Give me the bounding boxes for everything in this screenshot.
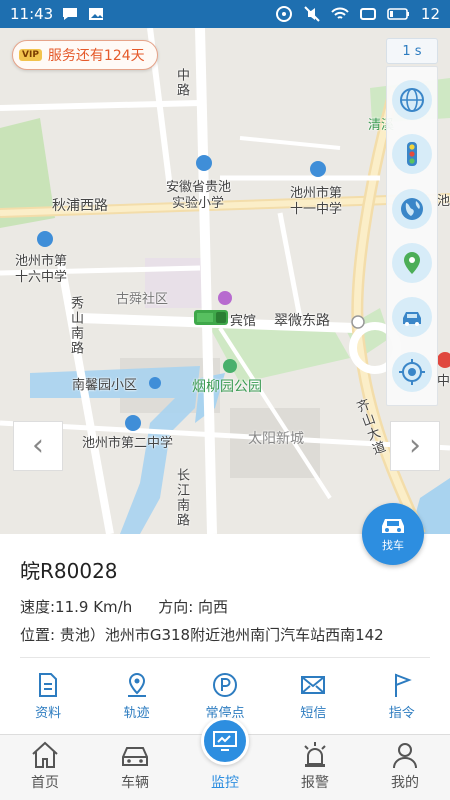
tab-vehicles[interactable]: 车辆 (90, 735, 180, 800)
flag-icon (394, 673, 412, 697)
chevron-left-icon: ‹ (32, 428, 44, 463)
car-front-icon (382, 518, 404, 533)
chevron-right-icon: › (409, 428, 421, 463)
map-label-hotel: 宾馆 (230, 314, 257, 329)
find-car-label: 找车 (382, 538, 404, 552)
action-command-label: 指令 (388, 706, 415, 721)
map-label-school-11-2: 十一中学 (290, 202, 343, 217)
home-icon (32, 741, 58, 768)
find-car-button[interactable]: 找车 (362, 503, 424, 565)
info-divider (20, 657, 430, 658)
location-button[interactable] (392, 243, 432, 284)
map-label-changjiang: 长江南路 (174, 468, 189, 528)
tab-home[interactable]: 首页 (0, 735, 90, 800)
bottom-tab-bar: 首页 车辆 监控 报警 我的 (0, 717, 450, 800)
map-label-school-2: 池州市第二中学 (82, 436, 174, 451)
vehicle-plate: 皖R80028 (20, 559, 118, 583)
service-days-text: 服务还有124天 (47, 48, 145, 64)
tab-monitor[interactable]: 监控 (180, 717, 270, 800)
map-tool-panel (386, 66, 438, 406)
wifi-icon (331, 7, 349, 19)
map-label-qiupu-road: 秋浦西路 (52, 198, 108, 214)
globe-grid-icon (400, 88, 424, 113)
action-command-button[interactable]: 指令 (362, 660, 442, 730)
service-days-badge[interactable]: VIP 服务还有124天 (12, 40, 158, 70)
track-icon (127, 672, 146, 697)
vehicle-location: 位置: 贵池）池州市G318附近池州南门汽车站西南142 (20, 626, 384, 644)
alarm-icon (304, 742, 326, 767)
tab-me[interactable]: 我的 (360, 735, 450, 800)
mute-icon (304, 6, 320, 22)
monitor-bubble (201, 717, 249, 765)
map-layer-button[interactable] (392, 80, 432, 121)
map-label-cuiwei-road: 翠微东路 (274, 313, 330, 329)
tab-alarm[interactable]: 报警 (270, 735, 360, 800)
location-pin-icon (404, 252, 420, 275)
parking-icon (212, 673, 237, 697)
screen-icon (359, 8, 376, 20)
vehicle-direction: 方向: 向西 (158, 598, 229, 616)
image-notification-icon (89, 8, 104, 20)
tab-me-label: 我的 (391, 775, 419, 791)
refresh-interval-label: 1 s (402, 43, 422, 59)
action-sms-button[interactable]: 短信 (273, 660, 353, 730)
map-label-school-guichi-2: 实验小学 (172, 196, 225, 211)
previous-vehicle-button[interactable]: ‹ (13, 421, 63, 471)
document-icon (39, 673, 58, 697)
vehicle-button[interactable] (392, 297, 432, 338)
map-view[interactable]: 中路 清溪 安徽省贵池 实验小学 池州市第 十一中学 秋浦西路 池州市第 十六中… (0, 28, 450, 534)
map-label-nanxin: 南馨园小区 (72, 378, 138, 393)
refresh-interval-button[interactable]: 1 s (386, 38, 438, 64)
map-label-zhong: 中 (437, 374, 450, 389)
status-time: 11:43 (10, 5, 54, 23)
vip-tag: VIP (19, 49, 42, 61)
action-profile-label: 资料 (35, 706, 62, 721)
tab-home-label: 首页 (31, 775, 59, 791)
mail-icon (301, 676, 326, 694)
map-label-zhong-road: 中路 (174, 68, 189, 98)
earth-icon (401, 197, 423, 220)
battery-icon (387, 8, 409, 20)
action-track-label: 轨迹 (123, 706, 150, 721)
map-label-school-16-2: 十六中学 (15, 270, 68, 285)
vehicle-marker (194, 310, 228, 325)
chat-notification-icon (63, 8, 78, 20)
map-label-gushun: 古舜社区 (116, 292, 169, 307)
map-label-xiushan-road: 秀山南路 (68, 296, 83, 356)
status-bar: 11:43 12 (0, 0, 450, 28)
traffic-button[interactable] (392, 134, 432, 175)
user-icon (393, 743, 417, 769)
action-profile-button[interactable]: 资料 (8, 660, 88, 730)
action-sms-label: 短信 (300, 706, 327, 721)
map-background (0, 28, 450, 534)
tab-monitor-label: 监控 (211, 775, 239, 791)
vehicle-speed: 速度:11.9 Km/h (20, 598, 133, 616)
traffic-light-icon (407, 142, 417, 167)
speed-direction-row: 速度:11.9 Km/h 方向: 向西 (20, 596, 228, 617)
map-label-yanliu-park: 烟柳园公园 (192, 379, 262, 395)
map-label-chi: 池 (437, 194, 450, 209)
locate-target-icon (399, 358, 425, 385)
tab-alarm-label: 报警 (301, 775, 329, 791)
map-label-taiyang: 太阳新城 (248, 431, 304, 447)
monitor-icon (213, 731, 237, 751)
car-icon (403, 312, 421, 327)
center-button[interactable] (392, 351, 432, 392)
tab-vehicles-label: 车辆 (121, 775, 149, 791)
action-track-button[interactable]: 轨迹 (97, 660, 177, 730)
battery-level: 12 (420, 5, 440, 23)
nfc-icon (275, 6, 292, 22)
satellite-button[interactable] (392, 188, 432, 229)
next-vehicle-button[interactable]: › (390, 421, 440, 471)
car-icon (122, 747, 148, 766)
